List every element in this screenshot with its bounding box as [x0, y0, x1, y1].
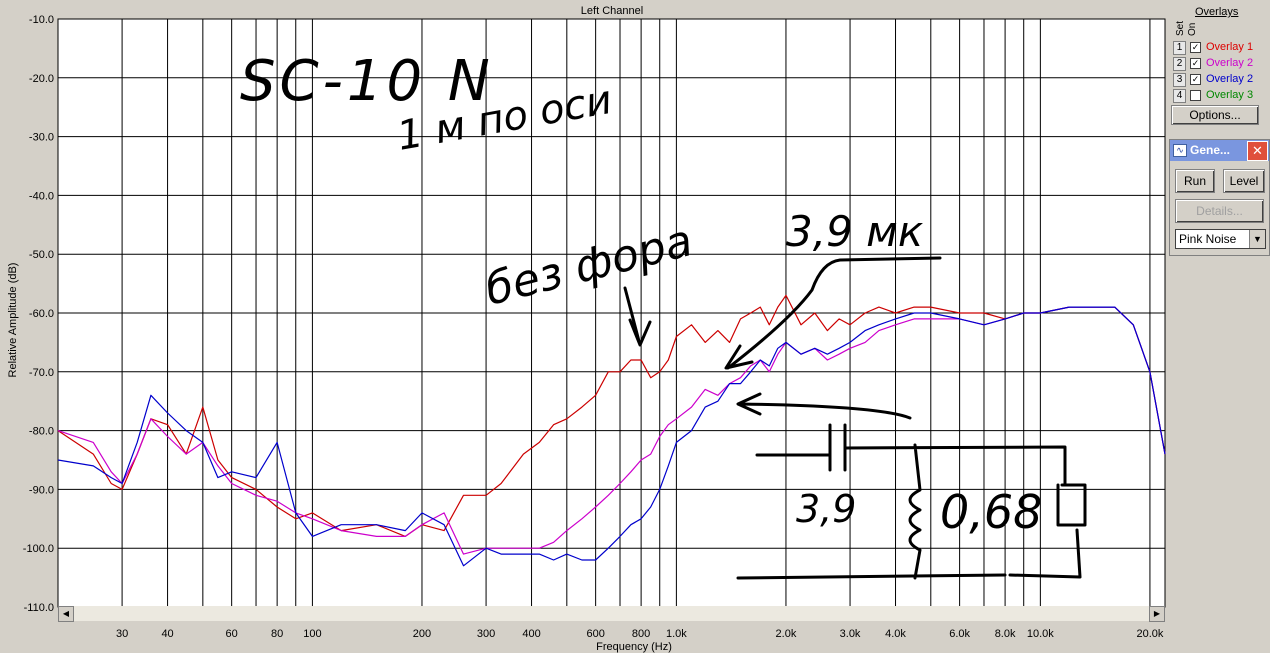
y-tick-label: -40.0	[29, 190, 54, 202]
x-tick-label: 40	[161, 628, 173, 640]
x-tick-label: 80	[271, 628, 283, 640]
overlay-label: Overlay 3	[1206, 89, 1254, 101]
overlay-set-button[interactable]: 3	[1173, 73, 1186, 87]
overlay-checkbox[interactable]: ✓	[1190, 58, 1201, 69]
x-tick-label: 8.0k	[995, 628, 1016, 640]
overlay-row: 1 ✓ Overlay 1	[1173, 41, 1270, 56]
overlay-set-button[interactable]: 1	[1173, 41, 1186, 55]
x-tick-label: 1.0k	[666, 628, 687, 640]
y-tick-label: -30.0	[29, 132, 54, 144]
generator-title: Gene...	[1190, 143, 1231, 157]
frequency-response-chart: Left Channel -10.0 -20.0 -30.0 -40.0 -50.0 -6…	[0, 0, 1167, 653]
overlay-set-button[interactable]: 4	[1173, 89, 1186, 103]
overlay-set-button[interactable]: 2	[1173, 57, 1186, 71]
x-tick-label: 100	[303, 628, 321, 640]
generator-icon: ∿	[1173, 144, 1187, 157]
handwriting-res-label: 0,68	[940, 485, 1042, 539]
run-button[interactable]: Run	[1175, 169, 1215, 193]
overlay-label: Overlay 1	[1206, 41, 1254, 53]
y-tick-label: -100.0	[23, 543, 54, 555]
overlay-checkbox[interactable]: ✓	[1190, 42, 1201, 53]
on-header: On	[1187, 22, 1198, 36]
y-tick-label: -10.0	[29, 14, 54, 26]
level-button[interactable]: Level	[1223, 169, 1265, 193]
y-tick-label: -80.0	[29, 426, 54, 438]
y-tick-label: -90.0	[29, 484, 54, 496]
x-tick-label: 60	[226, 628, 238, 640]
x-tick-label: 4.0k	[885, 628, 906, 640]
handwriting-cap-value: 3,9 мк	[786, 207, 924, 256]
y-tick-label: -70.0	[29, 367, 54, 379]
x-axis-label: Frequency (Hz)	[596, 641, 672, 653]
set-header: Set	[1175, 20, 1186, 36]
overlay-row: 4 Overlay 3	[1173, 89, 1270, 104]
y-axis-label: Relative Amplitude (dB)	[7, 263, 19, 378]
y-tick-label: -110.0	[24, 602, 54, 614]
x-tick-label: 300	[477, 628, 495, 640]
scroll-left-arrow-icon[interactable]: ◀	[58, 606, 74, 622]
scroll-right-arrow-icon[interactable]: ▶	[1149, 606, 1165, 622]
x-tick-label: 400	[522, 628, 540, 640]
signal-select[interactable]: Pink Noise ▼	[1175, 229, 1266, 249]
close-icon[interactable]: ✕	[1247, 141, 1268, 161]
overlay-label: Overlay 2	[1206, 57, 1254, 69]
x-tick-label: 20.0k	[1136, 628, 1163, 640]
details-button: Details...	[1175, 199, 1264, 223]
y-tick-label: -20.0	[29, 73, 54, 85]
overlay-checkbox[interactable]	[1190, 90, 1201, 101]
overlay-checkbox[interactable]: ✓	[1190, 74, 1201, 85]
x-tick-label: 800	[632, 628, 650, 640]
overlay-row: 2 ✓ Overlay 2	[1173, 57, 1270, 72]
signal-select-value: Pink Noise	[1179, 232, 1237, 246]
horizontal-scrollbar[interactable]: ◀ ▶	[58, 606, 1165, 622]
x-tick-label: 200	[413, 628, 431, 640]
chevron-down-icon[interactable]: ▼	[1249, 230, 1265, 248]
x-tick-label: 10.0k	[1027, 628, 1054, 640]
overlays-title: Overlays	[1195, 6, 1239, 18]
generator-window: ∿ Gene... ✕ Run Level Details... Pink No…	[1169, 139, 1270, 256]
x-tick-label: 6.0k	[949, 628, 970, 640]
x-tick-labels: 30 40 60 80 100 200 300 400 600 800 1.0k 2.0k 3.0k 4.…	[116, 628, 1164, 640]
overlay-label: Overlay 2	[1206, 73, 1254, 85]
y-tick-label: -60.0	[29, 308, 54, 320]
x-tick-label: 30	[116, 628, 128, 640]
overlays-panel: Overlays Set On 1 ✓ Overlay 1 2 ✓ Overlay 2 3 ✓…	[1167, 0, 1270, 653]
x-tick-label: 600	[586, 628, 604, 640]
handwriting-cap-label: 3,9	[796, 487, 856, 531]
options-button[interactable]: Options...	[1171, 105, 1259, 125]
y-tick-label: -50.0	[29, 249, 54, 261]
x-tick-label: 3.0k	[840, 628, 861, 640]
chart-title: Left Channel	[581, 5, 643, 17]
x-tick-label: 2.0k	[776, 628, 797, 640]
overlay-row: 3 ✓ Overlay 2	[1173, 73, 1270, 88]
generator-titlebar[interactable]: ∿ Gene... ✕	[1170, 140, 1269, 161]
